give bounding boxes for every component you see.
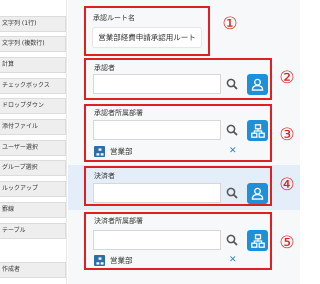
palette-item-label: ルックアップ (2, 185, 39, 192)
approver-label: 承認者 (94, 64, 115, 72)
decider-search-button[interactable] (221, 183, 242, 203)
decider-dept-input[interactable] (93, 230, 221, 250)
palette-item-checkbox[interactable]: チェックボックス (0, 78, 66, 94)
palette-item-user-select[interactable]: ユーザー選択 (0, 140, 66, 156)
user-icon (251, 187, 264, 200)
palette-item-label: 罫線 (2, 206, 15, 213)
approver-dept-input[interactable] (93, 120, 221, 140)
decider-user-picker-button[interactable] (247, 183, 268, 204)
palette-item-text-single[interactable]: 文字列 (1行) (0, 16, 66, 32)
approver-search-button[interactable] (221, 74, 242, 94)
decider-label: 決済者 (94, 172, 115, 180)
approver-user-picker-button[interactable] (247, 74, 268, 95)
route-name-field[interactable]: 営業部経費申請承認用ルート (92, 27, 202, 48)
close-icon[interactable]: ✕ (229, 254, 237, 266)
palette-item-label: 計算 (2, 61, 15, 68)
approver-input[interactable] (93, 74, 221, 94)
palette-item-creator[interactable]: 作成者 (0, 262, 66, 278)
decider-dept-label: 決済者所属部署 (94, 217, 143, 225)
palette-item-calc[interactable]: 計算 (0, 57, 66, 73)
magnifier-icon (226, 187, 238, 199)
magnifier-icon (226, 234, 238, 246)
palette-item-group-select[interactable]: グループ選択 (0, 160, 66, 176)
user-icon (251, 78, 264, 91)
palette-item-label: ドロップダウン (2, 102, 45, 109)
decider-dept-selected-name: 営業部 (110, 256, 133, 265)
org-chart-icon (94, 146, 105, 157)
decider-dept-org-picker-button[interactable] (247, 230, 268, 251)
callout-number-2: ② (279, 68, 295, 88)
palette-item-label: グループ選択 (2, 164, 38, 171)
palette-item-dropdown[interactable]: ドロップダウン (0, 98, 66, 114)
org-chart-icon (250, 123, 265, 138)
callout-number-4: ④ (279, 175, 295, 195)
palette-item-text-multi[interactable]: 文字列 (複数行) (0, 36, 66, 52)
palette-item-border[interactable]: 罫線 (0, 202, 66, 218)
magnifier-icon (226, 78, 238, 90)
palette-item-label: 作成者 (2, 266, 21, 273)
callout-number-5: ⑤ (279, 233, 295, 253)
approver-dept-search-button[interactable] (221, 120, 242, 140)
callout-number-3: ③ (279, 125, 295, 145)
decider-input[interactable] (93, 183, 221, 203)
palette-item-label: チェックボックス (2, 82, 50, 89)
palette-item-attachment[interactable]: 添付ファイル (0, 119, 66, 135)
approver-dept-org-picker-button[interactable] (247, 120, 268, 141)
decider-dept-search-button[interactable] (221, 230, 242, 250)
approver-dept-selected-entry: 営業部 ✕ (94, 146, 241, 158)
palette-item-label: 文字列 (1行) (2, 20, 37, 27)
org-chart-icon (250, 233, 265, 248)
close-icon[interactable]: ✕ (229, 145, 237, 157)
approver-dept-label: 承認者所属部署 (94, 109, 143, 117)
route-name-label: 承認ルート名 (93, 14, 135, 22)
palette-item-lookup[interactable]: ルックアップ (0, 181, 66, 197)
palette-item-label: 添付ファイル (2, 123, 39, 130)
callout-number-1: ① (222, 14, 238, 34)
palette-item-table[interactable]: テーブル (0, 223, 66, 239)
field-palette-sidebar: 文字列 (1行) 文字列 (複数行) 計算 チェックボックス ドロップダウン 添… (0, 0, 67, 284)
approver-dept-selected-name: 営業部 (110, 147, 133, 156)
decider-dept-selected-entry: 営業部 ✕ (94, 255, 241, 267)
org-chart-icon (94, 255, 105, 266)
palette-item-label: 文字列 (複数行) (2, 40, 45, 47)
palette-item-label: テーブル (2, 227, 26, 234)
palette-item-label: ユーザー選択 (2, 144, 38, 151)
magnifier-icon (226, 124, 238, 136)
